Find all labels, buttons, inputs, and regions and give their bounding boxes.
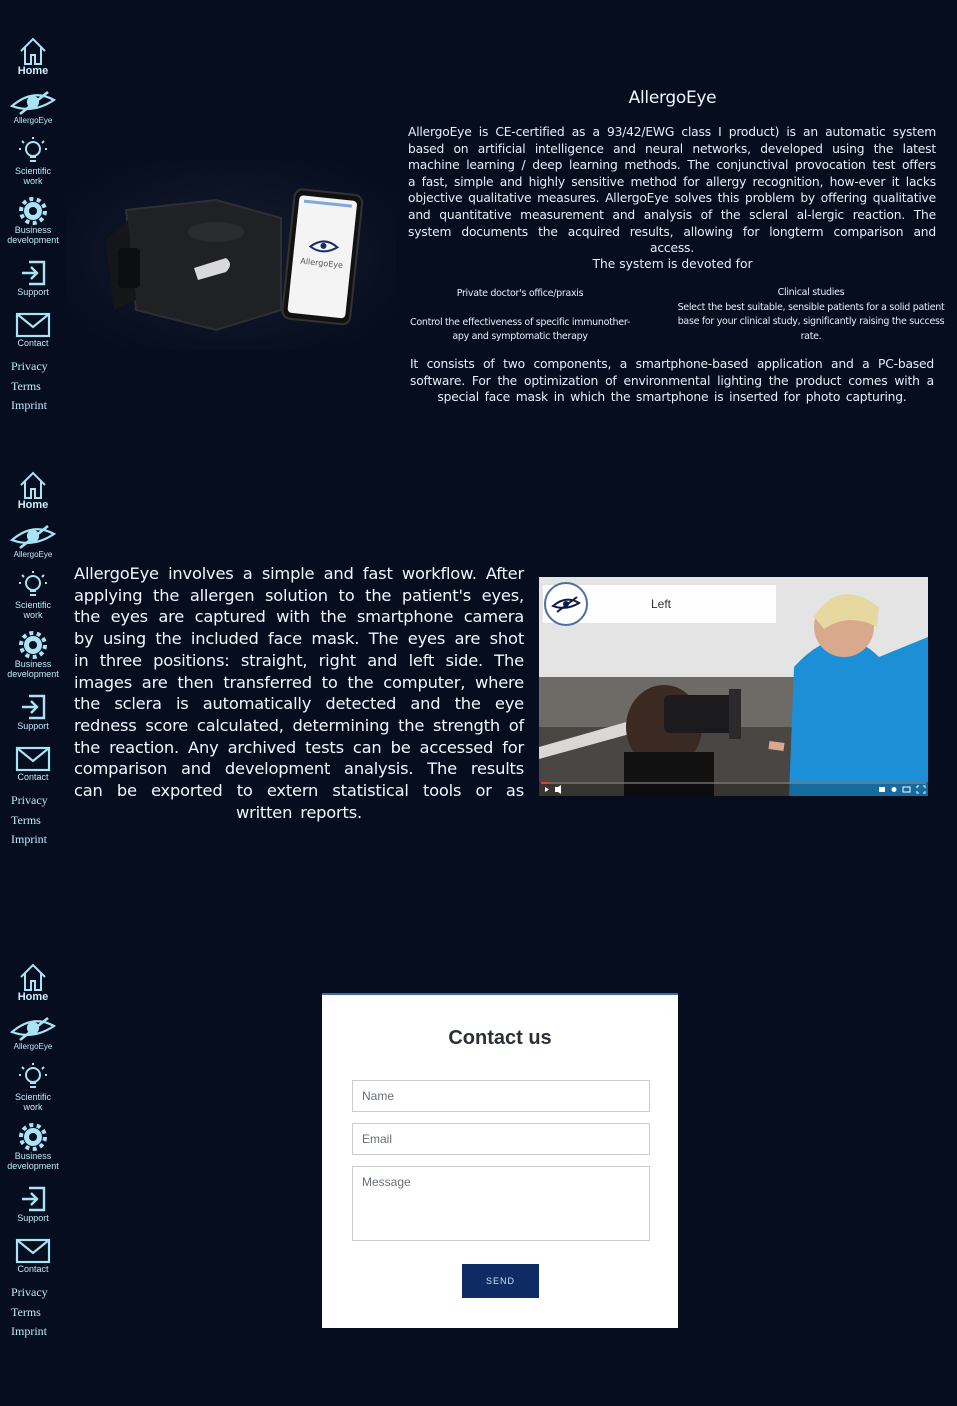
workflow-paragraph: AllergoEye involves a simple and fast wo…	[74, 564, 524, 822]
nav-support[interactable]: Support	[0, 693, 66, 731]
nav-allergoeye[interactable]: AllergoEye	[0, 90, 66, 126]
nav-home[interactable]: Home	[0, 470, 66, 514]
gear-icon	[19, 1123, 47, 1151]
privacy-link[interactable]: Privacy	[0, 357, 66, 377]
envelope-icon	[15, 1238, 51, 1264]
nav-home-label: Home	[17, 65, 49, 77]
home-icon	[20, 37, 46, 65]
nav-scientific-label-1: Scientific	[14, 1092, 51, 1102]
nav-business-label-1: Business	[14, 1151, 52, 1161]
nav-scientific-label-2: work	[23, 610, 43, 620]
sign-in-icon	[22, 260, 46, 286]
eye-logo-icon	[9, 1016, 57, 1042]
nav-home[interactable]: Home	[0, 36, 66, 80]
nav-scientific-work[interactable]: Scientific work	[0, 136, 66, 186]
contact-title: Contact us	[448, 1027, 552, 1049]
nav-allergoeye[interactable]: AllergoEye	[0, 524, 66, 560]
sign-in-icon	[22, 1186, 46, 1212]
clinical-studies-heading: Clinical studies	[777, 287, 845, 298]
sidebar-nav: Home AllergoEye Scientific work Business…	[0, 0, 66, 416]
nav-support[interactable]: Support	[0, 1185, 66, 1223]
nav-business-development[interactable]: Business development	[0, 197, 66, 245]
nav-business-development[interactable]: Business development	[0, 1123, 66, 1171]
imprint-link[interactable]: Imprint	[0, 830, 66, 850]
nav-business-development[interactable]: Business development	[0, 631, 66, 679]
nav-allergoeye-label: AllergoEye	[13, 116, 53, 125]
nav-contact[interactable]: Contact	[0, 746, 66, 782]
terms-link[interactable]: Terms	[0, 1303, 66, 1323]
captions-icon[interactable]	[879, 787, 885, 792]
home-icon	[20, 471, 46, 499]
private-office-heading: Private doctor's office/praxis	[456, 288, 584, 299]
name-input[interactable]	[352, 1080, 650, 1112]
private-office-text: Control the effectiveness of specific im…	[410, 317, 630, 342]
eye-logo-icon	[9, 90, 57, 116]
email-input[interactable]	[352, 1123, 650, 1155]
terms-link[interactable]: Terms	[0, 377, 66, 397]
privacy-link[interactable]: Privacy	[0, 1283, 66, 1303]
nav-support[interactable]: Support	[0, 259, 66, 297]
nav-allergoeye-label: AllergoEye	[13, 550, 53, 559]
nav-support-label: Support	[17, 287, 49, 297]
gear-icon	[19, 631, 47, 659]
nav-contact-label: Contact	[17, 338, 49, 348]
contact-form: Contact us SEND	[322, 993, 678, 1328]
message-textarea[interactable]	[352, 1166, 650, 1241]
nav-scientific-label-1: Scientific	[14, 600, 51, 610]
envelope-icon	[15, 312, 51, 338]
imprint-link[interactable]: Imprint	[0, 396, 66, 416]
sidebar-nav: Home AllergoEye Scientific work Business…	[0, 926, 66, 1342]
product-image: AllergoEye	[66, 160, 396, 350]
envelope-icon	[15, 746, 51, 772]
nav-home[interactable]: Home	[0, 962, 66, 1006]
privacy-link[interactable]: Privacy	[0, 791, 66, 811]
nav-contact-label: Contact	[17, 772, 49, 782]
section-title: AllergoEye	[628, 88, 717, 108]
nav-business-label-1: Business	[14, 225, 52, 235]
video-banner-label: Left	[651, 597, 672, 611]
nav-scientific-work[interactable]: Scientific work	[0, 1062, 66, 1112]
workflow-video[interactable]: Left	[539, 577, 928, 796]
nav-scientific-label-1: Scientific	[14, 166, 51, 176]
nav-support-label: Support	[17, 721, 49, 731]
lightbulb-icon	[19, 137, 47, 162]
send-button[interactable]: SEND	[462, 1264, 539, 1298]
sidebar-nav: Home AllergoEye Scientific work Business…	[0, 434, 66, 850]
eye-logo-icon	[9, 524, 57, 550]
nav-scientific-label-2: work	[23, 1102, 43, 1112]
nav-support-label: Support	[17, 1213, 49, 1223]
nav-business-label-2: development	[7, 669, 59, 679]
devoted-text: The system is devoted for	[592, 257, 753, 271]
home-icon	[20, 963, 46, 991]
nav-contact[interactable]: Contact	[0, 312, 66, 348]
video-progress-bar[interactable]	[541, 782, 549, 784]
intro-paragraph: AllergoEye is CE-certified as a 93/42/EW…	[408, 125, 936, 256]
nav-allergoeye[interactable]: AllergoEye	[0, 1016, 66, 1052]
nav-home-label: Home	[17, 499, 49, 511]
nav-allergoeye-label: AllergoEye	[13, 1042, 53, 1051]
clinical-studies-text: Select the best suitable, sensible patie…	[677, 302, 945, 342]
nav-contact[interactable]: Contact	[0, 1238, 66, 1274]
nav-business-label-2: development	[7, 235, 59, 245]
nav-scientific-work[interactable]: Scientific work	[0, 570, 66, 620]
settings-icon[interactable]	[891, 787, 897, 792]
nav-home-label: Home	[17, 991, 49, 1003]
lightbulb-icon	[19, 1063, 47, 1088]
terms-link[interactable]: Terms	[0, 811, 66, 831]
lightbulb-icon	[19, 571, 47, 596]
gear-icon	[19, 197, 47, 225]
sign-in-icon	[22, 694, 46, 720]
imprint-link[interactable]: Imprint	[0, 1322, 66, 1342]
nav-contact-label: Contact	[17, 1264, 49, 1274]
nav-scientific-label-2: work	[23, 176, 43, 186]
nav-business-label-2: development	[7, 1161, 59, 1171]
components-paragraph: It consists of two components, a smartph…	[410, 357, 934, 405]
nav-business-label-1: Business	[14, 659, 52, 669]
